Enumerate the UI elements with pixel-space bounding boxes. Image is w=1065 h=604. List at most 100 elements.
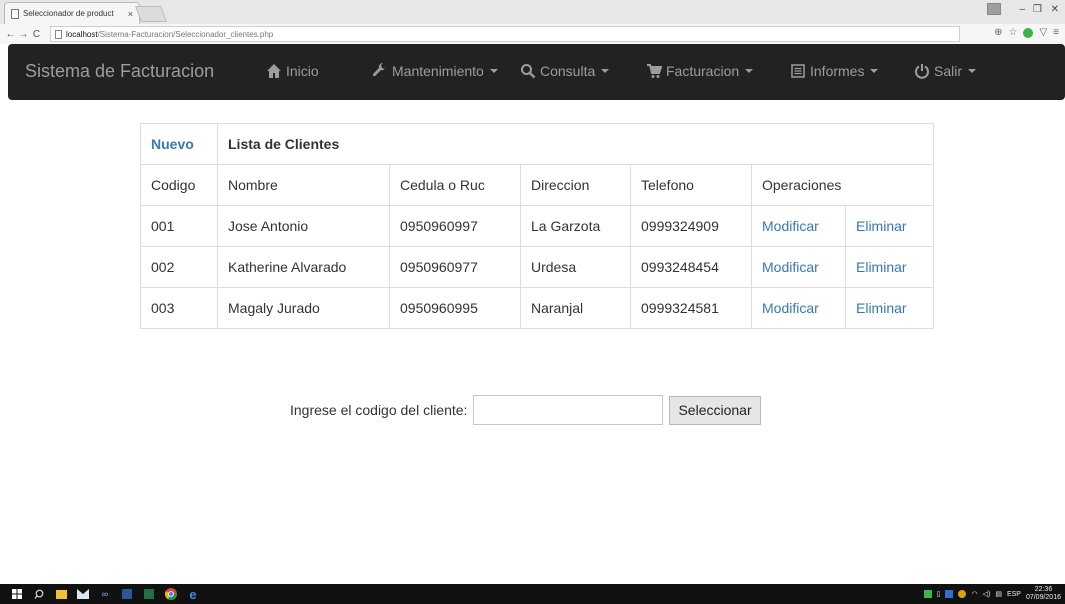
nav-label: Informes [810,63,865,79]
tray-network-icon[interactable] [945,590,954,598]
mail-icon[interactable] [72,584,94,604]
address-row: ← → C localhost /Sistema-Facturacion/Sel… [0,24,1065,44]
table-title-row: Nuevo Lista de Clientes [140,123,934,165]
nav-label: Mantenimiento [392,63,484,79]
tab-title: Seleccionador de product [23,9,114,18]
eliminar-link[interactable]: Eliminar [845,246,934,288]
volume-icon[interactable]: ◁) [983,590,991,598]
menu-icon[interactable]: ≡ [1053,27,1059,38]
minimize-icon[interactable]: – [1019,4,1025,15]
page-info-icon [55,29,62,39]
table-row: 002 Katherine Alvarado 0950960977 Urdesa… [140,246,934,288]
cell-direccion: Urdesa [520,246,631,288]
cell-cedula: 0950960997 [389,205,521,247]
seleccionar-button[interactable]: Seleccionar [669,395,761,425]
link-icon[interactable]: ∞ [94,584,116,604]
maximize-icon[interactable]: ❐ [1033,4,1042,15]
chrome-icon[interactable] [160,584,182,604]
nav-item-salir[interactable]: Salir [914,63,977,79]
edge-icon[interactable]: e [182,584,204,604]
chevron-down-icon [601,69,610,73]
start-icon[interactable] [6,584,28,604]
clock-time: 22:36 [1034,586,1053,593]
tray-wifi-icon[interactable]: ◠ [971,590,977,598]
browser-chrome: Seleccionador de product × – ❐ ✕ ← → C l… [0,0,1065,44]
cell-nombre: Katherine Alvarado [217,246,390,288]
url-bar[interactable]: localhost /Sistema-Facturacion/Seleccion… [50,26,960,42]
chevron-down-icon [968,69,977,73]
app-navbar: Sistema de Facturacion Inicio Mantenimie… [8,44,1065,100]
tab-strip: Seleccionador de product × – ❐ ✕ [0,0,1065,24]
clients-table-panel: Nuevo Lista de Clientes Codigo Nombre Ce… [140,123,934,329]
table-header-row: Codigo Nombre Cedula o Ruc Direccion Tel… [140,164,934,206]
navbar-brand[interactable]: Sistema de Facturacion [25,61,214,82]
chevron-down-icon [489,69,498,73]
nav-item-inicio[interactable]: Inicio [266,63,319,79]
nav-label: Facturacion [666,63,740,79]
table-row: 001 Jose Antonio 0950960997 La Garzota 0… [140,205,934,247]
modificar-link[interactable]: Modificar [751,205,846,247]
excel-icon[interactable] [138,584,160,604]
wrench-icon [372,63,387,77]
codigo-input[interactable] [473,395,664,425]
new-tab-button[interactable] [135,6,167,22]
modificar-link[interactable]: Modificar [751,287,846,329]
new-client-link[interactable]: Nuevo [140,123,218,165]
eliminar-link[interactable]: Eliminar [845,205,934,247]
forward-icon[interactable]: → [17,29,30,40]
list-icon [791,64,805,78]
nav-item-mantenimiento[interactable]: Mantenimiento [372,63,498,79]
close-window-icon[interactable]: ✕ [1051,4,1059,15]
back-icon[interactable]: ← [4,29,17,40]
url-path: /Sistema-Facturacion/Seleccionador_clien… [97,29,274,39]
bookmark-star-icon[interactable]: ☆ [1008,27,1017,38]
clients-table: Nuevo Lista de Clientes Codigo Nombre Ce… [140,123,934,329]
search-icon[interactable] [28,584,50,604]
system-tray: ▯ ◠ ◁) ▤ ESP 22:36 07/09/2016 [923,584,1061,604]
cell-cedula: 0950960977 [389,246,521,288]
taskbar: ∞ e ▯ ◠ ◁) ▤ ESP 22:36 07/09/2016 [0,584,1065,604]
table-row: 003 Magaly Jurado 0950960995 Naranjal 09… [140,287,934,329]
power-icon [915,64,929,79]
file-explorer-icon[interactable] [50,584,72,604]
search-icon [521,64,536,79]
tray-app-icon[interactable] [923,590,932,598]
cart-icon [647,64,662,78]
extension-check-icon[interactable] [1023,27,1034,38]
cell-codigo: 003 [140,287,218,329]
browser-tab[interactable]: Seleccionador de product × [4,2,140,24]
nav-item-informes[interactable]: Informes [790,63,879,79]
clock[interactable]: 22:36 07/09/2016 [1026,586,1061,602]
tray-keyboard-icon[interactable]: ▤ [995,590,1002,598]
profile-icon[interactable] [987,3,1001,15]
column-header-telefono: Telefono [630,164,752,206]
modificar-link[interactable]: Modificar [751,246,846,288]
page-icon [11,8,19,19]
nav-label: Salir [934,63,963,79]
cell-direccion: Naranjal [520,287,631,329]
chevron-down-icon [870,69,879,73]
tray-chrome-icon[interactable] [958,590,967,598]
cell-telefono: 0999324909 [630,205,752,247]
nav-item-facturacion[interactable]: Facturacion [646,63,754,79]
cell-telefono: 0993248454 [630,246,752,288]
nav-label: Inicio [286,63,319,79]
eliminar-link[interactable]: Eliminar [845,287,934,329]
cell-telefono: 0999324581 [630,287,752,329]
cell-codigo: 002 [140,246,218,288]
cell-direccion: La Garzota [520,205,631,247]
language-indicator[interactable]: ESP [1007,591,1021,598]
shield-icon[interactable]: ▽ [1039,27,1047,38]
column-header-direccion: Direccion [520,164,631,206]
zoom-icon[interactable]: ⊕ [994,27,1002,38]
browser-actions: ⊕ ☆ ▽ ≡ [994,27,1059,38]
cell-cedula: 0950960995 [389,287,521,329]
tab-close-icon[interactable]: × [128,9,133,19]
tray-file-icon[interactable]: ▯ [937,590,941,598]
nav-item-consulta[interactable]: Consulta [520,63,610,79]
reload-icon[interactable]: C [30,29,43,40]
cell-nombre: Magaly Jurado [217,287,390,329]
table-title: Lista de Clientes [217,123,934,165]
codigo-label: Ingrese el codigo del cliente: [290,402,468,418]
word-icon[interactable] [116,584,138,604]
